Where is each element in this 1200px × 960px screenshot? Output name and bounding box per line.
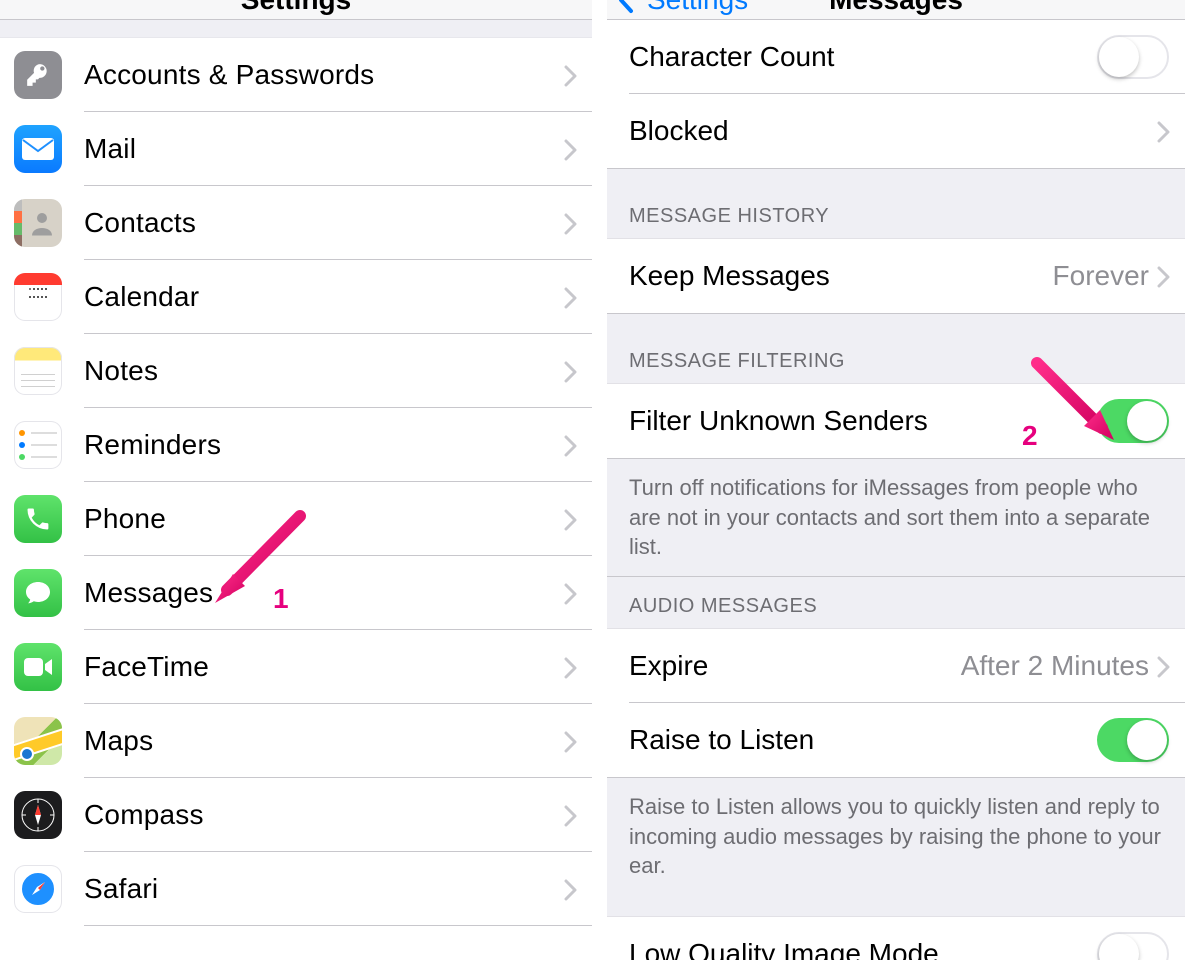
page-title: Messages — [829, 0, 963, 16]
section-gap — [0, 20, 592, 38]
row-label: Low Quality Image Mode — [629, 938, 939, 960]
chevron-right-icon — [564, 805, 576, 825]
row-character-count[interactable]: Character Count — [607, 20, 1185, 94]
chevron-right-icon — [564, 213, 576, 233]
settings-row-notes[interactable]: Notes — [0, 334, 592, 408]
phone-icon — [14, 495, 62, 543]
chevron-right-icon — [564, 879, 576, 899]
messages-settings-pane: Settings Messages Character Count Blocke… — [607, 0, 1185, 960]
row-label: Contacts — [84, 207, 196, 239]
section-footer-raise: Raise to Listen allows you to quickly li… — [607, 777, 1185, 895]
chevron-right-icon — [564, 139, 576, 159]
chevron-left-icon[interactable] — [617, 0, 635, 19]
row-label: Mail — [84, 133, 136, 165]
mail-icon — [14, 125, 62, 173]
section-header-audio: AUDIO MESSAGES — [607, 576, 1185, 629]
settings-row-contacts[interactable]: Contacts — [0, 186, 592, 260]
row-label: Maps — [84, 725, 153, 757]
row-label: Expire — [629, 650, 708, 682]
row-label: Notes — [84, 355, 158, 387]
row-label: Safari — [84, 873, 158, 905]
chevron-right-icon — [564, 65, 576, 85]
section-footer-filtering: Turn off notifications for iMessages fro… — [607, 458, 1185, 576]
row-label: Character Count — [629, 41, 834, 73]
row-expire[interactable]: Expire After 2 Minutes — [607, 629, 1185, 703]
row-keep-messages[interactable]: Keep Messages Forever — [607, 239, 1185, 313]
chevron-right-icon — [1157, 656, 1169, 676]
settings-row-accounts-passwords[interactable]: Accounts & Passwords — [0, 38, 592, 112]
settings-row-phone[interactable]: Phone — [0, 482, 592, 556]
contacts-icon — [14, 199, 62, 247]
compass-icon — [14, 791, 62, 839]
facetime-icon — [14, 643, 62, 691]
row-label: Compass — [84, 799, 204, 831]
row-value: After 2 Minutes — [961, 650, 1149, 682]
settings-row-facetime[interactable]: FaceTime — [0, 630, 592, 704]
row-label: Blocked — [629, 115, 729, 147]
settings-list-pane: Settings Accounts & Passwords Mail — [0, 0, 592, 960]
toggle-filter-unknown[interactable] — [1097, 399, 1169, 443]
row-value: Forever — [1053, 260, 1149, 292]
row-label: Phone — [84, 503, 166, 535]
row-label: FaceTime — [84, 651, 209, 683]
chevron-right-icon — [564, 657, 576, 677]
settings-header: Settings — [0, 0, 592, 20]
toggle-raise-to-listen[interactable] — [1097, 718, 1169, 762]
row-label: Raise to Listen — [629, 724, 814, 756]
back-button[interactable]: Settings — [647, 0, 748, 16]
notes-icon — [14, 347, 62, 395]
row-low-quality-image[interactable]: Low Quality Image Mode — [607, 917, 1185, 960]
settings-row-maps[interactable]: Maps — [0, 704, 592, 778]
messages-header: Settings Messages — [607, 0, 1185, 20]
row-label: Accounts & Passwords — [84, 59, 374, 91]
row-label: Reminders — [84, 429, 221, 461]
row-label: Calendar — [84, 281, 199, 313]
settings-row-reminders[interactable]: Reminders — [0, 408, 592, 482]
page-title: Settings — [241, 0, 351, 16]
settings-row-mail[interactable]: Mail — [0, 112, 592, 186]
chevron-right-icon — [564, 287, 576, 307]
chevron-right-icon — [564, 583, 576, 603]
reminders-icon — [14, 421, 62, 469]
calendar-icon — [14, 273, 62, 321]
toggle-low-quality[interactable] — [1097, 932, 1169, 960]
maps-icon — [14, 717, 62, 765]
row-filter-unknown-senders[interactable]: Filter Unknown Senders — [607, 384, 1185, 458]
row-label: Keep Messages — [629, 260, 830, 292]
section-header-history: MESSAGE HISTORY — [607, 168, 1185, 239]
row-label: Filter Unknown Senders — [629, 405, 928, 437]
settings-row-messages[interactable]: Messages — [0, 556, 592, 630]
safari-icon — [14, 865, 62, 913]
settings-row-compass[interactable]: Compass — [0, 778, 592, 852]
row-raise-to-listen[interactable]: Raise to Listen — [607, 703, 1185, 777]
section-header-filtering: MESSAGE FILTERING — [607, 313, 1185, 384]
messages-icon — [14, 569, 62, 617]
chevron-right-icon — [564, 435, 576, 455]
settings-row-safari[interactable]: Safari — [0, 852, 592, 926]
chevron-right-icon — [564, 509, 576, 529]
chevron-right-icon — [564, 731, 576, 751]
toggle-character-count[interactable] — [1097, 35, 1169, 79]
chevron-right-icon — [564, 361, 576, 381]
row-blocked[interactable]: Blocked — [607, 94, 1185, 168]
chevron-right-icon — [1157, 121, 1169, 141]
settings-row-calendar[interactable]: Calendar — [0, 260, 592, 334]
row-label: Messages — [84, 577, 213, 609]
key-icon — [14, 51, 62, 99]
chevron-right-icon — [1157, 266, 1169, 286]
